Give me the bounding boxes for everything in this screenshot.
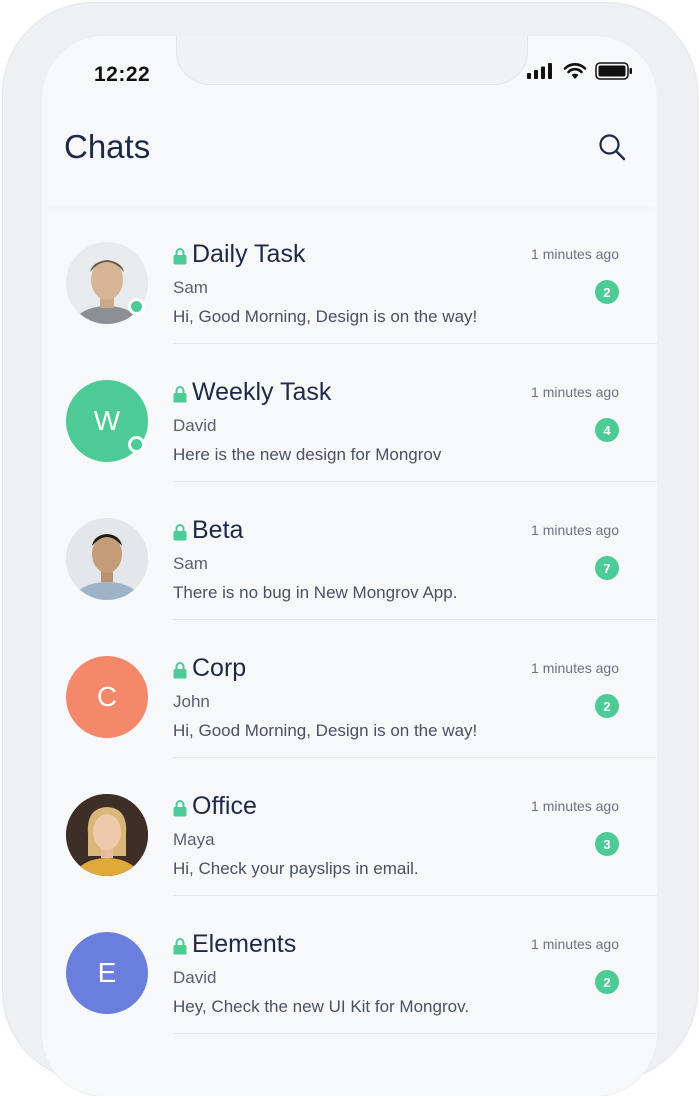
lock-icon (173, 524, 187, 541)
unread-badge: 2 (595, 694, 619, 718)
chat-sender: John (173, 692, 210, 711)
lock-icon (173, 248, 187, 265)
chat-title: Office (192, 792, 257, 820)
avatar-photo (66, 518, 148, 600)
avatar (66, 794, 148, 876)
chat-message-preview: Hi, Check your payslips in email. (173, 859, 419, 878)
chat-time: 1 minutes ago (531, 936, 619, 952)
chat-time: 1 minutes ago (531, 660, 619, 676)
avatar: C (66, 656, 148, 738)
divider (173, 1033, 657, 1034)
search-button[interactable] (597, 132, 627, 162)
chat-time: 1 minutes ago (531, 384, 619, 400)
chats-header: Chats (42, 116, 657, 206)
chat-list: Daily Task 1 minutes ago Sam Hi, Good Mo… (42, 206, 657, 1034)
lock-icon (173, 800, 187, 817)
online-status-dot (128, 436, 145, 453)
chat-time: 1 minutes ago (531, 522, 619, 538)
chat-sender: David (173, 416, 217, 435)
wifi-icon (563, 63, 587, 79)
chat-sender: Sam (173, 554, 208, 573)
online-status-dot (128, 298, 145, 315)
chat-title: Corp (192, 654, 247, 682)
chat-item-beta[interactable]: Beta 1 minutes ago Sam There is no bug i… (42, 482, 657, 620)
search-icon (599, 134, 626, 161)
chat-item-office[interactable]: Office 1 minutes ago Maya Hi, Check your… (42, 758, 657, 896)
avatar: E (66, 932, 148, 1014)
chat-title: Weekly Task (192, 378, 332, 406)
chat-item-elements[interactable]: E Elements 1 minutes ago David Hey, Chec… (42, 896, 657, 1034)
unread-badge: 4 (595, 418, 619, 442)
avatar (66, 518, 148, 600)
lock-icon (173, 662, 187, 679)
chat-time: 1 minutes ago (531, 798, 619, 814)
chat-title: Beta (192, 516, 244, 544)
phone-notch (176, 36, 528, 85)
chat-time: 1 minutes ago (531, 246, 619, 262)
lock-icon (173, 386, 187, 403)
avatar-photo (66, 794, 148, 876)
unread-badge: 7 (595, 556, 619, 580)
status-icons (527, 62, 633, 80)
chat-message-preview: Hi, Good Morning, Design is on the way! (173, 721, 478, 740)
phone-screen: 12:22 Chats Daily Task 1 minutes ago Sam… (42, 36, 657, 1096)
chat-item-corp[interactable]: C Corp 1 minutes ago John Hi, Good Morni… (42, 620, 657, 758)
chat-message-preview: Hi, Good Morning, Design is on the way! (173, 307, 478, 326)
chat-sender: Sam (173, 278, 208, 297)
unread-badge: 3 (595, 832, 619, 856)
avatar-initial: W (93, 405, 121, 436)
avatar-initial: C (96, 681, 118, 712)
chat-item-weekly-task[interactable]: W Weekly Task 1 minutes ago David Here i… (42, 344, 657, 482)
chat-item-daily-task[interactable]: Daily Task 1 minutes ago Sam Hi, Good Mo… (42, 206, 657, 344)
page-title: Chats (64, 128, 151, 165)
chat-message-preview: Here is the new design for Mongrov (173, 445, 442, 464)
chat-sender: Maya (173, 830, 215, 849)
chat-sender: David (173, 968, 217, 987)
unread-badge: 2 (595, 280, 619, 304)
chat-message-preview: There is no bug in New Mongrov App. (173, 583, 458, 602)
lock-icon (173, 938, 187, 955)
unread-badge: 2 (595, 970, 619, 994)
battery-icon (595, 62, 632, 80)
chat-title: Elements (192, 930, 297, 958)
chat-message-preview: Hey, Check the new UI Kit for Mongrov. (173, 997, 470, 1016)
avatar-initial: E (97, 957, 117, 988)
signal-icon (527, 63, 552, 79)
chat-title: Daily Task (192, 240, 306, 268)
status-time: 12:22 (94, 63, 151, 86)
